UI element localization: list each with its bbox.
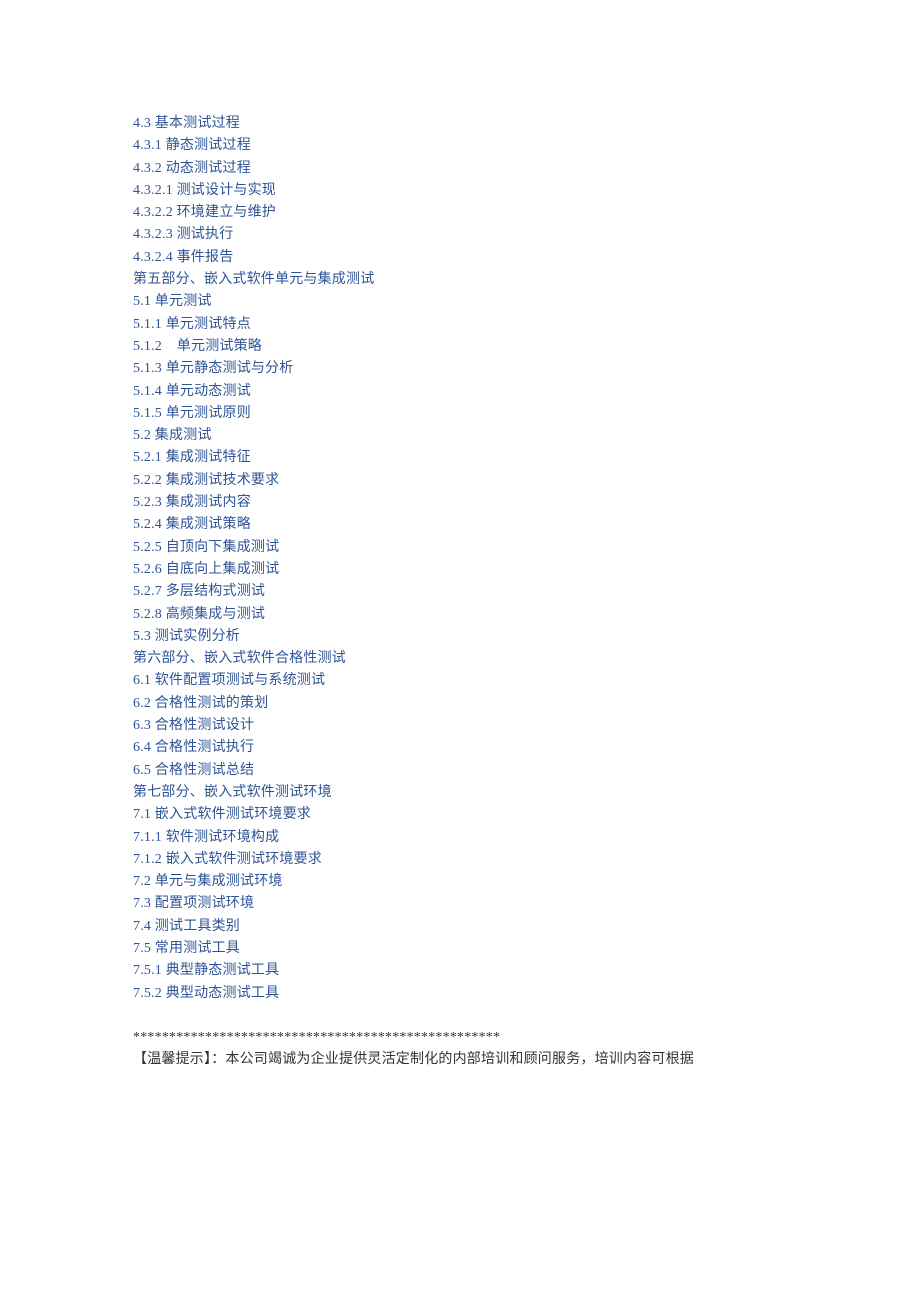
- toc-item: 7.2 单元与集成测试环境: [133, 871, 790, 893]
- toc-item: 4.3.2 动态测试过程: [133, 158, 790, 180]
- toc-item: 5.2 集成测试: [133, 425, 790, 447]
- document-page: 4.3 基本测试过程 4.3.1 静态测试过程 4.3.2 动态测试过程 4.3…: [0, 0, 920, 1302]
- toc-item: 5.1.5 单元测试原则: [133, 403, 790, 425]
- toc-item: 6.5 合格性测试总结: [133, 760, 790, 782]
- toc-item: 6.1 软件配置项测试与系统测试: [133, 670, 790, 692]
- toc-item: 5.1.3 单元静态测试与分析: [133, 358, 790, 380]
- toc-item: 7.5.1 典型静态测试工具: [133, 960, 790, 982]
- toc-item: 5.2.4 集成测试策略: [133, 514, 790, 536]
- toc-item: 5.1 单元测试: [133, 291, 790, 313]
- separator-line: ****************************************…: [133, 1027, 790, 1049]
- toc-item: 5.1.1 单元测试特点: [133, 314, 790, 336]
- notice-text: ：本公司竭诚为企业提供灵活定制化的内部培训和顾问服务，培训内容可根据: [211, 1052, 694, 1067]
- toc-item: 5.2.6 自底向上集成测试: [133, 559, 790, 581]
- toc-item: 7.1 嵌入式软件测试环境要求: [133, 804, 790, 826]
- toc-item: 7.3 配置项测试环境: [133, 893, 790, 915]
- toc-item: 第五部分、嵌入式软件单元与集成测试: [133, 269, 790, 291]
- toc-item: 7.1.2 嵌入式软件测试环境要求: [133, 849, 790, 871]
- toc-item: 7.5.2 典型动态测试工具: [133, 983, 790, 1005]
- notice-line: 【温馨提示】：本公司竭诚为企业提供灵活定制化的内部培训和顾问服务，培训内容可根据: [133, 1049, 790, 1071]
- toc-item: 4.3.2.4 事件报告: [133, 247, 790, 269]
- toc-item: 5.2.1 集成测试特征: [133, 447, 790, 469]
- toc-item: 4.3.1 静态测试过程: [133, 135, 790, 157]
- toc-item: 5.3 测试实例分析: [133, 626, 790, 648]
- toc-item: 第七部分、嵌入式软件测试环境: [133, 782, 790, 804]
- toc-item: 5.2.5 自顶向下集成测试: [133, 537, 790, 559]
- blank-line: [133, 1005, 790, 1027]
- notice-label: 【温馨提示】: [133, 1052, 211, 1067]
- toc-item: 6.4 合格性测试执行: [133, 737, 790, 759]
- toc-item: 4.3.2.3 测试执行: [133, 224, 790, 246]
- toc-item: 第六部分、嵌入式软件合格性测试: [133, 648, 790, 670]
- toc-item: 7.5 常用测试工具: [133, 938, 790, 960]
- toc-item: 6.3 合格性测试设计: [133, 715, 790, 737]
- toc-item: 5.2.7 多层结构式测试: [133, 581, 790, 603]
- toc-item: 6.2 合格性测试的策划: [133, 693, 790, 715]
- toc-item: 5.2.8 高频集成与测试: [133, 604, 790, 626]
- toc-item: 4.3.2.1 测试设计与实现: [133, 180, 790, 202]
- toc-item: 4.3.2.2 环境建立与维护: [133, 202, 790, 224]
- toc-item: 5.2.2 集成测试技术要求: [133, 470, 790, 492]
- toc-item: 7.4 测试工具类别: [133, 916, 790, 938]
- toc-item: 5.2.3 集成测试内容: [133, 492, 790, 514]
- toc-item: 4.3 基本测试过程: [133, 113, 790, 135]
- toc-item: 5.1.2 单元测试策略: [133, 336, 790, 358]
- toc-item: 5.1.4 单元动态测试: [133, 381, 790, 403]
- toc-item: 7.1.1 软件测试环境构成: [133, 827, 790, 849]
